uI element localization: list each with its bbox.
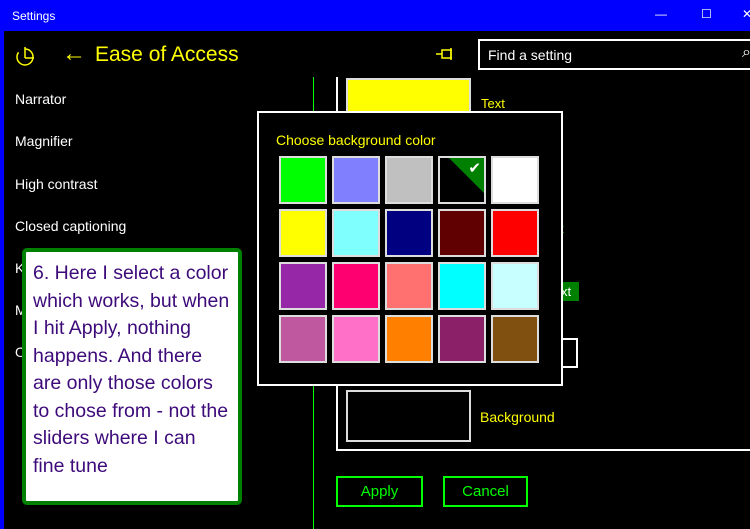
title-bar: Settings — ☐ ✕	[0, 0, 750, 31]
color-swatch[interactable]	[279, 209, 327, 257]
pin-icon[interactable]	[436, 47, 456, 61]
annotation-callout: 6. Here I select a color which works, bu…	[22, 248, 242, 505]
color-swatch[interactable]	[279, 156, 327, 204]
search-icon[interactable]: ⌕	[742, 44, 750, 62]
check-icon: ✔	[468, 160, 481, 177]
color-swatch[interactable]	[385, 315, 433, 363]
cancel-button[interactable]: Cancel	[443, 476, 528, 507]
search-placeholder: Find a setting	[488, 47, 573, 63]
color-swatch[interactable]	[385, 156, 433, 204]
color-swatch[interactable]	[332, 156, 380, 204]
color-swatch[interactable]	[332, 315, 380, 363]
color-swatch[interactable]	[438, 315, 486, 363]
color-swatch[interactable]	[491, 209, 539, 257]
search-input[interactable]: Find a setting ⌕	[478, 39, 750, 70]
color-swatch[interactable]	[332, 262, 380, 310]
color-swatch[interactable]: ✔	[438, 156, 486, 204]
annotation-text: 6. Here I select a color which works, bu…	[33, 262, 230, 477]
dialog-title: Choose background color	[276, 132, 436, 148]
home-icon[interactable]	[14, 44, 40, 68]
color-swatch[interactable]	[438, 209, 486, 257]
color-swatch[interactable]	[491, 156, 539, 204]
color-swatch[interactable]	[279, 262, 327, 310]
page-title: Ease of Access	[95, 43, 239, 66]
close-button[interactable]: ✕	[742, 7, 750, 21]
sidebar-item-closed-captioning[interactable]: Closed captioning	[15, 218, 126, 234]
color-swatch[interactable]	[385, 209, 433, 257]
selected-text-label-partial: xt	[561, 282, 579, 301]
back-button[interactable]: ←	[62, 40, 86, 68]
apply-button[interactable]: Apply	[336, 476, 423, 507]
color-swatch[interactable]	[279, 315, 327, 363]
color-picker-dialog: Choose background color ✔	[257, 111, 563, 386]
text-label: Text	[481, 96, 505, 111]
color-swatch[interactable]	[491, 315, 539, 363]
color-swatch[interactable]	[332, 209, 380, 257]
sidebar-item-high-contrast[interactable]: High contrast	[15, 176, 97, 192]
color-swatch[interactable]	[385, 262, 433, 310]
sidebar-item-magnifier[interactable]: Magnifier	[15, 133, 73, 149]
background-color-swatch[interactable]	[346, 390, 471, 442]
minimize-button[interactable]: —	[655, 7, 667, 21]
background-label: Background	[480, 409, 555, 425]
maximize-button[interactable]: ☐	[701, 7, 712, 21]
color-swatch[interactable]	[491, 262, 539, 310]
window-title: Settings	[12, 9, 56, 23]
color-swatch[interactable]	[438, 262, 486, 310]
sidebar-item-narrator[interactable]: Narrator	[15, 91, 66, 107]
